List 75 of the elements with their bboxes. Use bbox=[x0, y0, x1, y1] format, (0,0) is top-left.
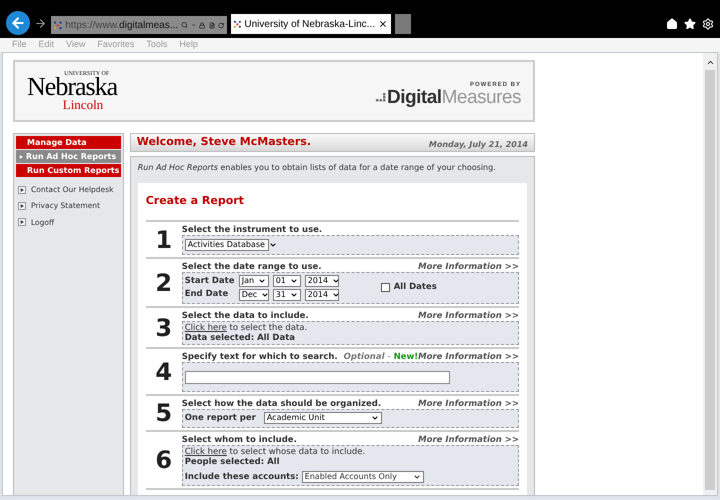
page-icon[interactable] bbox=[208, 20, 215, 30]
home-icon[interactable] bbox=[666, 18, 678, 30]
nav-item[interactable]: Manage Data bbox=[16, 136, 121, 149]
dropdown[interactable]: Enabled Accounts Only bbox=[302, 470, 424, 483]
refresh-icon[interactable] bbox=[218, 20, 224, 30]
more-information-link[interactable]: More Information >> bbox=[418, 399, 519, 409]
optional-label: Optional bbox=[344, 352, 384, 362]
dropdown[interactable]: Academic Unit bbox=[264, 412, 382, 424]
date-label: End Date bbox=[184, 288, 230, 301]
field-label: One report per bbox=[184, 412, 256, 425]
step-number: 6 bbox=[154, 448, 174, 472]
welcome-text: Welcome, Steve McMasters. bbox=[136, 134, 312, 150]
click-here-link[interactable]: Click here bbox=[184, 446, 227, 457]
more-information-link[interactable]: More Information >> bbox=[418, 434, 519, 445]
report-title: Create a Report bbox=[146, 193, 245, 209]
lock-icon[interactable] bbox=[199, 20, 206, 30]
instruction-text: Click here to select whose data to include. bbox=[184, 446, 366, 457]
browser-tab[interactable]: University of Nebraska-Linc... bbox=[231, 14, 391, 34]
step-number: 4 bbox=[154, 360, 174, 384]
step-number: 1 bbox=[154, 228, 174, 252]
step-number: 3 bbox=[154, 316, 174, 340]
dropdown[interactable]: 2014 bbox=[304, 274, 339, 287]
selection-summary: Data selected: All Data bbox=[184, 333, 296, 343]
caret-icon[interactable] bbox=[190, 21, 196, 29]
search-icon[interactable] bbox=[181, 20, 188, 30]
arrow-box-icon bbox=[18, 218, 26, 226]
date-label: Start Date bbox=[184, 274, 235, 288]
date-text: Monday, July 21, 2014 bbox=[428, 138, 528, 150]
url-prefix-text: https://www. bbox=[65, 20, 120, 30]
separator-text: - bbox=[387, 352, 391, 362]
step-title: Select how the data should be organized. bbox=[182, 399, 382, 409]
arrow-box-icon bbox=[18, 186, 26, 194]
dropdown[interactable]: 31 bbox=[272, 288, 301, 301]
caret-icon bbox=[268, 240, 277, 248]
dots-logo-icon bbox=[234, 18, 242, 30]
favorites-icon[interactable] bbox=[684, 18, 696, 30]
triangle-icon bbox=[19, 154, 23, 158]
click-here-link[interactable]: Click here bbox=[184, 323, 227, 333]
step-number: 2 bbox=[154, 270, 174, 295]
instruction-text: Click here to select the data. bbox=[184, 323, 308, 333]
field-label: Include these accounts: bbox=[184, 472, 299, 482]
selection-summary: People selected: All bbox=[184, 456, 280, 467]
dots-logo-icon bbox=[54, 19, 62, 31]
more-information-link[interactable]: More Information >> bbox=[418, 262, 519, 272]
new-badge-text: New! bbox=[394, 352, 418, 362]
intro-text: Run Ad Hoc Reports enables you to obtain lists of data for a date range of your choosing. bbox=[138, 162, 497, 174]
scroll-up-icon[interactable] bbox=[706, 58, 714, 67]
more-information-link[interactable]: More Information >> bbox=[418, 352, 519, 362]
caret-icon bbox=[370, 414, 379, 422]
step-title: Specify text for which to search. bbox=[182, 352, 338, 362]
address-bar[interactable]: https://www.digitalmeas... bbox=[51, 16, 227, 34]
search-input-field[interactable] bbox=[184, 370, 450, 384]
step-title: Select the instrument to use. bbox=[182, 224, 322, 234]
step-title: Select whom to include. bbox=[182, 434, 297, 445]
tab-title: University of Nebraska-Linc... bbox=[244, 18, 375, 32]
step-title: Select the date range to use. bbox=[182, 262, 322, 272]
close-icon[interactable] bbox=[378, 19, 388, 29]
checkbox-label: All Dates bbox=[394, 281, 437, 294]
step-number: 5 bbox=[154, 401, 174, 426]
back-button[interactable] bbox=[6, 11, 30, 35]
more-information-link[interactable]: More Information >> bbox=[418, 311, 519, 321]
forward-icon[interactable] bbox=[34, 17, 47, 30]
step-title: Select the data to include. bbox=[182, 311, 309, 321]
dropdown[interactable]: Jan bbox=[238, 274, 269, 287]
dropdown[interactable]: 01 bbox=[272, 274, 301, 287]
dots-icon bbox=[376, 92, 386, 102]
scrollbar-thumb[interactable] bbox=[705, 70, 715, 490]
url-host-text: digitalmeas... bbox=[119, 20, 178, 30]
checkbox[interactable] bbox=[380, 283, 390, 292]
dropdown[interactable]: Dec bbox=[238, 288, 269, 301]
nav-item[interactable]: Run Custom Reports bbox=[16, 164, 121, 177]
settings-icon[interactable] bbox=[702, 18, 714, 30]
arrow-box-icon bbox=[18, 202, 26, 210]
dropdown[interactable]: 2014 bbox=[304, 288, 339, 301]
caret-icon bbox=[412, 472, 421, 481]
